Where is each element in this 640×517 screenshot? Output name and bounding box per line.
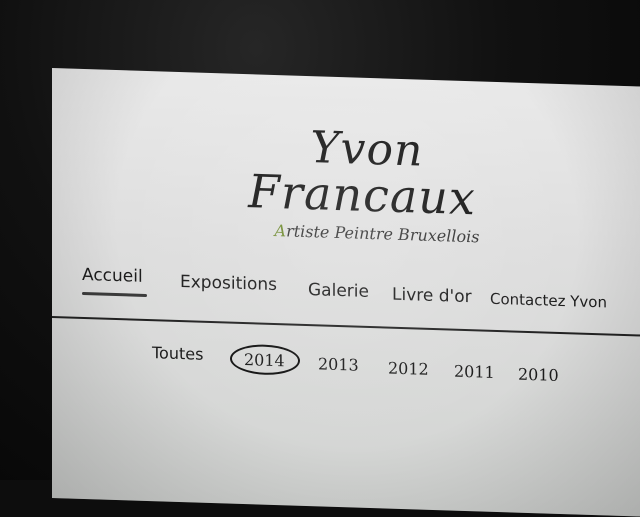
nav-item-contact[interactable]: Contactez Yvon <box>490 290 607 312</box>
filter-year-2014[interactable]: 2014 <box>244 350 285 370</box>
nav-divider <box>52 316 640 337</box>
nav-item-accueil[interactable]: Accueil <box>82 265 143 287</box>
nav-item-livre-dor[interactable]: Livre d'or <box>392 285 472 308</box>
main-navigation: Accueil Expositions Galerie Livre d'or C… <box>82 265 640 315</box>
filter-year-2010[interactable]: 2010 <box>518 365 559 385</box>
nav-item-galerie[interactable]: Galerie <box>308 280 369 302</box>
filter-year-2011[interactable]: 2011 <box>454 362 495 382</box>
nav-item-expositions[interactable]: Expositions <box>180 272 277 295</box>
tagline-initial: A <box>274 220 287 241</box>
site-logo[interactable]: Yvon Francaux Artiste Peintre Bruxellois <box>52 118 640 253</box>
tagline-text: rtiste Peintre Bruxellois <box>286 221 480 247</box>
filter-all[interactable]: Toutes <box>152 343 203 364</box>
filter-year-2013[interactable]: 2013 <box>318 354 359 374</box>
year-filter: Toutes 2014 2013 2012 2011 2010 <box>52 338 640 393</box>
filter-year-2012[interactable]: 2012 <box>388 359 429 379</box>
web-page: Yvon Francaux Artiste Peintre Bruxellois… <box>52 68 640 517</box>
